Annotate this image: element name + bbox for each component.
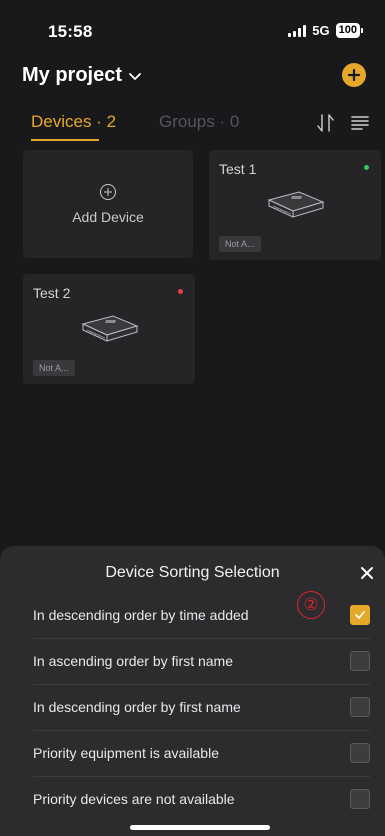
checkbox-checked[interactable] bbox=[350, 605, 370, 625]
project-title: My project bbox=[22, 64, 123, 86]
chevron-down-icon bbox=[129, 72, 141, 80]
project-selector[interactable]: My project bbox=[22, 64, 142, 87]
network-switch-icon bbox=[81, 315, 139, 342]
add-device-label: Add Device bbox=[72, 209, 144, 225]
device-name: Test 1 bbox=[219, 161, 257, 177]
tab-active-indicator bbox=[31, 139, 99, 141]
option-label: Priority equipment is available bbox=[33, 745, 219, 761]
checkbox[interactable] bbox=[350, 789, 370, 809]
tab-groups[interactable]: Groups · 0 bbox=[159, 112, 239, 132]
home-indicator[interactable] bbox=[130, 825, 270, 830]
tab-devices[interactable]: Devices · 2 bbox=[31, 112, 116, 132]
device-status-badge: Not A... bbox=[33, 360, 75, 376]
checkbox[interactable] bbox=[350, 651, 370, 671]
option-label: In descending order by first name bbox=[33, 699, 241, 715]
close-icon[interactable] bbox=[359, 565, 375, 581]
status-online-dot bbox=[364, 165, 369, 170]
device-status-badge: Not A... bbox=[219, 236, 261, 252]
add-device-card[interactable]: Add Device bbox=[23, 150, 193, 258]
checkbox[interactable] bbox=[350, 743, 370, 763]
sort-option-name-desc[interactable]: In descending order by first name bbox=[33, 685, 370, 731]
list-view-icon[interactable] bbox=[351, 114, 369, 132]
device-card[interactable]: Test 2 Not A... bbox=[23, 274, 195, 384]
battery-level: 100 bbox=[335, 23, 360, 38]
status-indicators: 5G 100 bbox=[288, 23, 363, 38]
tab-bar: Devices · 2 Groups · 0 bbox=[0, 108, 385, 144]
sheet-title: Device Sorting Selection bbox=[105, 564, 280, 581]
plus-icon bbox=[347, 68, 361, 82]
add-button[interactable] bbox=[342, 63, 366, 87]
status-bar: 15:58 5G 100 bbox=[0, 0, 385, 60]
sort-icon[interactable] bbox=[315, 112, 337, 134]
option-label: In descending order by time added bbox=[33, 607, 249, 623]
battery-icon: 100 bbox=[335, 23, 363, 38]
status-offline-dot bbox=[178, 289, 183, 294]
network-switch-icon bbox=[267, 191, 325, 218]
sort-option-available-first[interactable]: Priority equipment is available bbox=[33, 731, 370, 777]
status-time: 15:58 bbox=[48, 22, 93, 41]
device-card[interactable]: Test 1 Not A... bbox=[209, 150, 381, 260]
network-label: 5G bbox=[312, 23, 330, 38]
sort-selection-sheet: Device Sorting Selection In descending o… bbox=[0, 546, 385, 836]
option-label: In ascending order by first name bbox=[33, 653, 233, 669]
checkbox[interactable] bbox=[350, 697, 370, 717]
checkmark-icon bbox=[355, 611, 365, 619]
step-annotation: ② bbox=[297, 591, 325, 619]
header: My project bbox=[0, 60, 385, 100]
device-name: Test 2 bbox=[33, 285, 71, 301]
signal-icon bbox=[288, 24, 307, 37]
sort-option-unavailable-first[interactable]: Priority devices are not available bbox=[33, 777, 370, 823]
add-circle-icon bbox=[100, 184, 116, 200]
option-label: Priority devices are not available bbox=[33, 791, 235, 807]
sort-option-name-asc[interactable]: In ascending order by first name bbox=[33, 639, 370, 685]
